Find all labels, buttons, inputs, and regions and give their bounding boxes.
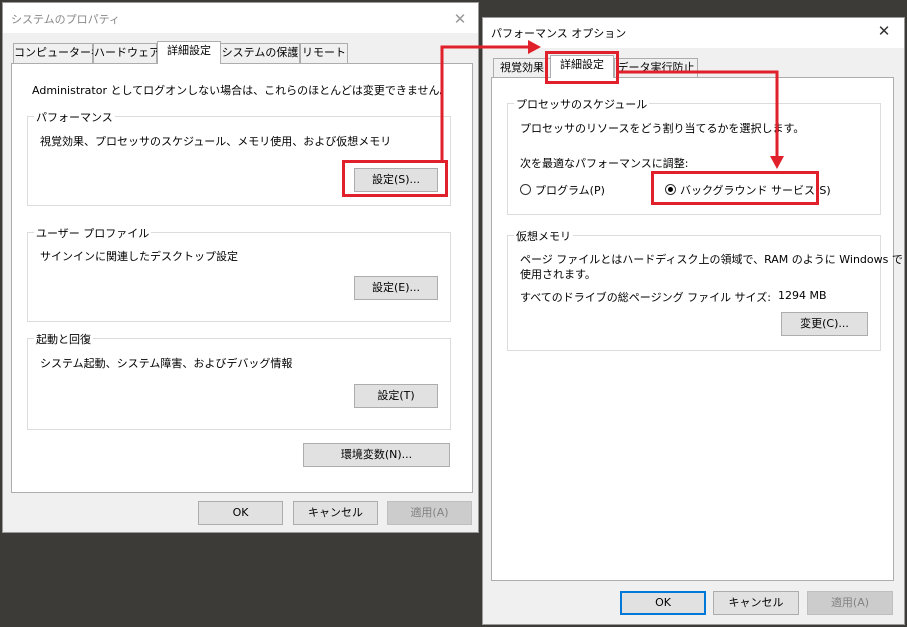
tab-system-protection[interactable]: システムの保護	[220, 43, 300, 63]
group-label: プロセッサのスケジュール	[514, 96, 650, 112]
vm-description-line2: 使用されます。	[520, 268, 596, 281]
virtual-memory-group: 仮想メモリ ページ ファイルとはハードディスク上の領域で、RAM のように Wi…	[507, 228, 903, 351]
tab-data-execution-prevention[interactable]: データ実行防止	[614, 58, 698, 78]
group-description: サインインに関連したデスクトップ設定	[40, 250, 238, 263]
radio-background-services-label[interactable]: バックグラウンド サービス(S)	[680, 182, 831, 198]
vm-description-line1: ページ ファイルとはハードディスク上の領域で、RAM のように Windows …	[520, 253, 903, 266]
titlebar: システムのプロパティ ✕	[3, 3, 478, 33]
group-label: 仮想メモリ	[514, 228, 573, 244]
performance-settings-button[interactable]: 設定(S)...	[354, 168, 438, 192]
radio-background-services[interactable]	[665, 184, 676, 195]
admin-notice: Administrator としてログオンしない場合は、これらのほとんどは変更で…	[32, 84, 451, 97]
paging-file-total-label: すべてのドライブの総ページング ファイル サイズ:	[520, 291, 771, 304]
tab-panel-advanced: Administrator としてログオンしない場合は、これらのほとんどは変更で…	[11, 63, 473, 493]
close-icon[interactable]: ✕	[872, 20, 896, 42]
environment-variables-button[interactable]: 環境変数(N)...	[303, 443, 450, 467]
apply-button[interactable]: 適用(A)	[807, 591, 893, 615]
radio-program[interactable]	[520, 184, 531, 195]
ok-button[interactable]: OK	[198, 501, 283, 525]
tab-remote[interactable]: リモート	[300, 43, 348, 63]
tab-computer-name[interactable]: コンピューター名	[13, 43, 102, 63]
group-description: システム起動、システム障害、およびデバッグ情報	[40, 357, 293, 370]
tab-hardware[interactable]: ハードウェア	[93, 43, 160, 63]
change-virtual-memory-button[interactable]: 変更(C)...	[781, 312, 868, 336]
group-label: パフォーマンス	[34, 109, 115, 125]
performance-group: パフォーマンス 視覚効果、プロセッサのスケジュール、メモリ使用、および仮想メモリ…	[27, 109, 451, 206]
group-description: 視覚効果、プロセッサのスケジュール、メモリ使用、および仮想メモリ	[40, 135, 392, 148]
group-description: プロセッサのリソースをどう割り当てるかを選択します。	[520, 122, 805, 135]
performance-options-dialog: パフォーマンス オプション ✕ 視覚効果 詳細設定 データ実行防止 プロセッサの…	[482, 17, 905, 625]
paging-file-total-value: 1294 MB	[778, 289, 827, 302]
system-properties-dialog: システムのプロパティ ✕ コンピューター名 ハードウェア 詳細設定 システムの保…	[2, 2, 479, 533]
profile-settings-button[interactable]: 設定(E)...	[354, 276, 438, 300]
apply-button[interactable]: 適用(A)	[387, 501, 472, 525]
titlebar: パフォーマンス オプション ✕	[483, 18, 904, 48]
adjust-label: 次を最適なパフォーマンスに調整:	[520, 157, 689, 170]
group-label: 起動と回復	[34, 331, 93, 347]
cancel-button[interactable]: キャンセル	[293, 501, 378, 525]
radio-program-label[interactable]: プログラム(P)	[535, 182, 605, 198]
startup-recovery-group: 起動と回復 システム起動、システム障害、およびデバッグ情報 設定(T)	[27, 331, 451, 430]
ok-button[interactable]: OK	[620, 591, 706, 615]
close-icon[interactable]: ✕	[448, 8, 472, 30]
processor-scheduling-group: プロセッサのスケジュール プロセッサのリソースをどう割り当てるかを選択します。 …	[507, 96, 881, 215]
user-profile-group: ユーザー プロファイル サインインに関連したデスクトップ設定 設定(E)...	[27, 225, 451, 322]
tab-visual-effects[interactable]: 視覚効果	[493, 58, 551, 78]
group-label: ユーザー プロファイル	[34, 225, 152, 241]
cancel-button[interactable]: キャンセル	[713, 591, 799, 615]
dialog-title: システムのプロパティ	[11, 13, 121, 26]
dialog-title: パフォーマンス オプション	[491, 27, 627, 40]
tab-panel-advanced: プロセッサのスケジュール プロセッサのリソースをどう割り当てるかを選択します。 …	[491, 77, 903, 581]
tab-advanced[interactable]: 詳細設定	[157, 41, 221, 64]
startup-settings-button[interactable]: 設定(T)	[354, 384, 438, 408]
tab-advanced[interactable]: 詳細設定	[550, 55, 614, 78]
